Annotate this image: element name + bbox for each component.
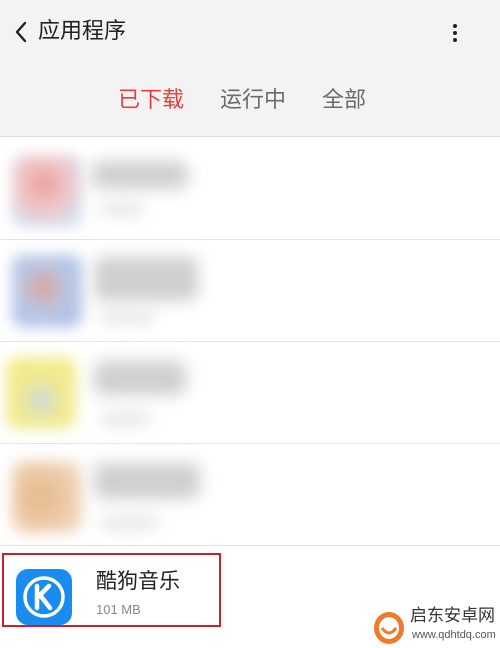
list-item[interactable] xyxy=(0,137,500,240)
page-title: 应用程序 xyxy=(38,19,127,44)
watermark-url: www.qdhtdq.com xyxy=(412,629,496,641)
kugou-k-icon xyxy=(16,569,72,625)
watermark: 启东安卓网 www.qdhtdq.com xyxy=(372,604,500,648)
tab-all[interactable]: 全部 xyxy=(322,84,366,118)
more-options-button[interactable] xyxy=(440,16,470,50)
list-item[interactable] xyxy=(0,443,500,546)
app-icon xyxy=(6,357,76,429)
watermark-logo-icon xyxy=(374,612,404,644)
back-button[interactable] xyxy=(10,18,34,46)
app-icon xyxy=(12,461,82,533)
app-name: 酷狗音乐 xyxy=(96,569,180,593)
list-item[interactable] xyxy=(0,239,500,342)
tab-running[interactable]: 运行中 xyxy=(220,84,286,118)
app-bar: 应用程序 已下载 运行中 全部 xyxy=(0,0,500,137)
tab-downloaded[interactable]: 已下载 xyxy=(118,84,184,118)
list-item[interactable] xyxy=(0,341,500,444)
app-icon xyxy=(12,155,82,227)
chevron-left-icon xyxy=(15,21,27,43)
watermark-name: 启东安卓网 xyxy=(410,606,495,626)
app-size: 101 MB xyxy=(96,602,141,617)
app-icon xyxy=(12,255,82,327)
more-vertical-icon xyxy=(453,24,457,28)
